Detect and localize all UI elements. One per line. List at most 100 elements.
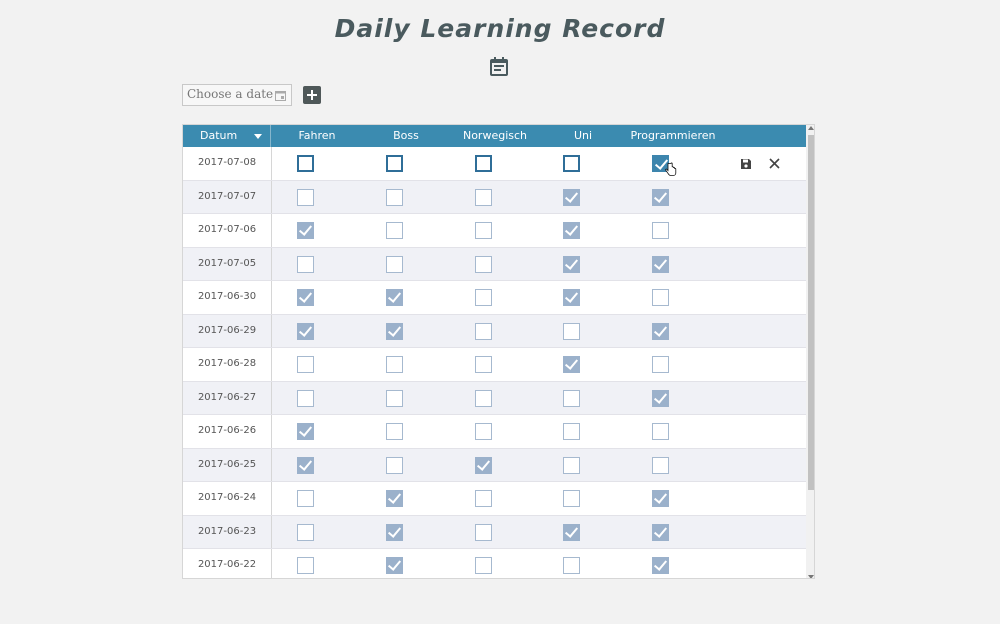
checkbox-fahren[interactable] [296,188,314,206]
checkbox-boss[interactable] [385,456,403,474]
checkbox-programmieren[interactable] [651,557,669,574]
checkbox-norwegisch[interactable] [474,523,492,541]
calendar-icon [490,57,508,76]
checkbox-norwegisch[interactable] [474,423,492,440]
checkbox-programmieren[interactable] [651,255,669,273]
checkbox-fahren[interactable] [296,222,314,239]
checkbox-norwegisch[interactable] [474,356,492,373]
column-header-fahren: Fahren [298,129,336,142]
checkbox-programmieren[interactable] [651,289,669,306]
date-placeholder: Choose a date [187,87,274,101]
checkbox-uni[interactable] [562,255,580,273]
scrollbar-thumb[interactable] [808,135,814,490]
table-row[interactable]: 2017-06-29 [183,314,806,348]
checkbox-programmieren[interactable] [651,523,669,541]
checkbox-fahren[interactable] [296,557,314,574]
checkbox-uni[interactable] [562,490,580,507]
checkbox-norwegisch[interactable] [474,389,492,407]
checkbox-boss[interactable] [385,356,403,373]
checkbox-programmieren[interactable] [651,423,669,440]
column-header-datum[interactable]: Datum [183,125,271,147]
checkbox-fahren[interactable] [296,155,314,172]
checkbox-uni[interactable] [562,557,580,574]
table-row[interactable]: 2017-07-05 [183,247,806,281]
checkbox-programmieren[interactable] [651,389,669,407]
checkbox-boss[interactable] [385,322,403,340]
checkbox-norwegisch[interactable] [474,155,492,172]
date-cell: 2017-06-29 [183,314,272,347]
date-cell: 2017-07-05 [183,247,272,280]
column-header-programmieren: Programmieren [630,129,716,142]
calendar-icon[interactable] [275,90,286,101]
scroll-up-arrow[interactable] [808,126,814,130]
checkbox-boss[interactable] [385,490,403,507]
table-row[interactable]: 2017-07-07 [183,180,806,214]
checkbox-norwegisch[interactable] [474,456,492,474]
checkbox-boss[interactable] [385,155,403,172]
date-picker-input[interactable]: Choose a date [182,84,292,106]
vertical-scrollbar[interactable] [806,125,814,578]
checkbox-fahren[interactable] [296,490,314,507]
checkbox-programmieren[interactable] [651,356,669,373]
checkbox-fahren[interactable] [296,356,314,373]
table-body: 2017-07-08 2017-07-07 2017-07-06 2017-07-05… [183,147,806,578]
checkbox-boss[interactable] [385,423,403,440]
checkbox-norwegisch[interactable] [474,188,492,206]
table-row[interactable]: 2017-06-27 [183,381,806,415]
close-icon[interactable] [768,157,781,170]
date-cell: 2017-06-27 [183,381,272,414]
checkbox-norwegisch[interactable] [474,222,492,239]
checkbox-fahren[interactable] [296,456,314,474]
checkbox-fahren[interactable] [296,255,314,273]
table-row[interactable]: 2017-06-30 [183,281,806,315]
checkbox-norwegisch[interactable] [474,255,492,273]
table-row[interactable]: 2017-06-23 [183,515,806,549]
add-entry-button[interactable] [303,86,321,104]
checkbox-boss[interactable] [385,557,403,574]
checkbox-fahren[interactable] [296,423,314,440]
checkbox-fahren[interactable] [296,322,314,340]
date-cell: 2017-06-24 [183,482,272,515]
checkbox-boss[interactable] [385,289,403,306]
checkbox-programmieren[interactable] [651,456,669,474]
column-header-norwegisch: Norwegisch [462,129,528,142]
checkbox-fahren[interactable] [296,523,314,541]
table-row[interactable]: 2017-07-06 [183,214,806,248]
checkbox-uni[interactable] [562,289,580,306]
table-row[interactable]: 2017-06-26 [183,415,806,449]
scroll-down-arrow[interactable] [808,575,814,578]
checkbox-boss[interactable] [385,389,403,407]
checkbox-boss[interactable] [385,222,403,239]
table-row[interactable]: 2017-06-24 [183,482,806,516]
checkbox-uni[interactable] [562,222,580,239]
table-row[interactable]: 2017-06-22 [183,549,806,578]
checkbox-uni[interactable] [562,423,580,440]
save-icon[interactable] [740,158,752,170]
checkbox-uni[interactable] [562,523,580,541]
checkbox-norwegisch[interactable] [474,557,492,574]
checkbox-programmieren[interactable] [651,188,669,206]
checkbox-uni[interactable] [562,456,580,474]
checkbox-norwegisch[interactable] [474,289,492,306]
sort-descending-icon[interactable] [254,134,262,139]
checkbox-norwegisch[interactable] [474,490,492,507]
checkbox-programmieren[interactable] [651,490,669,507]
checkbox-boss[interactable] [385,523,403,541]
table-row[interactable]: 2017-06-28 [183,348,806,382]
checkbox-programmieren[interactable] [651,322,669,340]
checkbox-fahren[interactable] [296,289,314,306]
table-row[interactable]: 2017-06-25 [183,448,806,482]
checkbox-programmieren[interactable] [651,222,669,239]
checkbox-uni[interactable] [562,155,580,172]
checkbox-boss[interactable] [385,188,403,206]
checkbox-norwegisch[interactable] [474,322,492,340]
checkbox-fahren[interactable] [296,389,314,407]
table-row[interactable]: 2017-07-08 [183,147,806,181]
hand-cursor-icon [665,162,677,176]
checkbox-uni[interactable] [562,322,580,340]
checkbox-uni[interactable] [562,188,580,206]
checkbox-boss[interactable] [385,255,403,273]
column-header-boss: Boss [393,129,419,142]
checkbox-uni[interactable] [562,389,580,407]
checkbox-uni[interactable] [562,356,580,373]
